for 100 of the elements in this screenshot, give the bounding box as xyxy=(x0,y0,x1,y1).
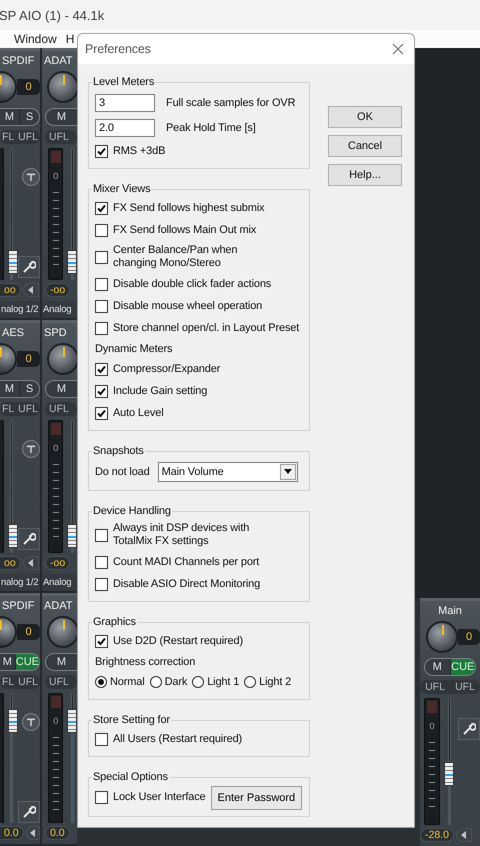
peak-indicator xyxy=(50,151,61,163)
collapse-arrow-icon[interactable] xyxy=(22,556,39,570)
checkbox[interactable] xyxy=(95,732,108,746)
gain-display: 0 xyxy=(17,624,40,640)
checkbox-label: FX Send follows highest submix xyxy=(113,202,264,214)
radio-label: Dark xyxy=(164,676,188,688)
menu-item[interactable]: H xyxy=(66,32,74,46)
overload-label: UFL xyxy=(49,130,69,144)
peak-indicator xyxy=(427,701,437,713)
gain-knob[interactable] xyxy=(47,616,77,648)
gain-knob[interactable] xyxy=(47,342,77,375)
trim-icon[interactable] xyxy=(22,440,40,458)
checkbox[interactable] xyxy=(95,278,108,290)
checkbox[interactable] xyxy=(95,528,108,542)
group-title: Special Options xyxy=(92,771,169,783)
gain-display: 0 xyxy=(458,629,480,645)
wrench-icon[interactable] xyxy=(18,528,40,550)
wrench-icon[interactable] xyxy=(458,718,480,740)
checkbox[interactable] xyxy=(95,362,108,376)
checkbox[interactable] xyxy=(95,578,108,590)
cue-toggle[interactable]: CUE xyxy=(16,654,39,670)
volume-readout: -28.0 xyxy=(420,828,454,842)
dialog-button[interactable]: OK xyxy=(328,106,402,128)
fader-thumb[interactable] xyxy=(8,524,18,548)
trim-icon[interactable] xyxy=(22,713,40,731)
volume-readout: -oo xyxy=(45,556,70,570)
overload-label: UFL xyxy=(455,680,475,694)
checkbox-label: RMS +3dB xyxy=(113,144,166,158)
fader-thumb[interactable] xyxy=(8,250,18,274)
trim-icon[interactable] xyxy=(22,168,40,186)
dialog-button[interactable]: Cancel xyxy=(328,135,402,157)
meter-scale-label: 0 xyxy=(429,721,434,731)
group-title: Device Handling xyxy=(92,505,172,517)
group-title: Snapshots xyxy=(92,445,145,457)
radio-button[interactable] xyxy=(244,676,256,688)
fader-thumb[interactable] xyxy=(67,250,77,274)
volume-readout: 0.0 xyxy=(45,826,70,840)
radio-button[interactable] xyxy=(150,676,162,688)
group-title: Graphics xyxy=(92,616,137,628)
overload-label: UFL xyxy=(18,130,38,144)
channel-name: ADAT xyxy=(43,599,74,613)
collapse-arrow-icon[interactable] xyxy=(22,282,39,297)
peak-indicator xyxy=(50,696,61,708)
cue-toggle[interactable]: CUE xyxy=(450,659,475,675)
checkbox[interactable] xyxy=(95,406,108,420)
fader-thumb[interactable] xyxy=(67,524,77,548)
dialog-button[interactable]: Help... xyxy=(328,164,402,186)
checkbox-label: Store channel open/cl. in Layout Preset xyxy=(113,322,300,334)
group-title: Mixer Views xyxy=(92,183,152,195)
fader-thumb[interactable] xyxy=(8,708,18,733)
checkbox[interactable] xyxy=(95,224,108,236)
collapse-arrow-icon[interactable] xyxy=(456,828,472,842)
checkbox[interactable] xyxy=(95,202,108,214)
channel-name: SPD xyxy=(43,326,68,340)
wrench-icon[interactable] xyxy=(18,801,40,823)
mute-toggle[interactable]: M xyxy=(46,380,77,397)
subheading: Dynamic Meters xyxy=(95,342,172,354)
mute-toggle[interactable]: M xyxy=(46,654,77,670)
menu-item[interactable]: Window xyxy=(14,32,57,46)
radio-button[interactable] xyxy=(192,676,204,688)
dropdown[interactable]: Main Volume xyxy=(158,462,298,482)
channel-name: ADAT xyxy=(43,54,74,68)
checkbox-label: Lock User Interface xyxy=(113,791,206,804)
number-field[interactable]: 2.0 xyxy=(95,118,155,136)
checkbox[interactable] xyxy=(95,634,108,648)
checkbox-label: FX Send follows Main Out mix xyxy=(113,224,256,236)
overload-label: UFL xyxy=(49,675,69,689)
meter-scale-label: 0 xyxy=(53,442,58,453)
checkbox[interactable] xyxy=(95,322,108,334)
subheading: Brightness correction xyxy=(95,656,196,668)
mute-toggle[interactable]: S xyxy=(20,380,39,397)
gain-knob[interactable] xyxy=(0,71,17,103)
checkbox[interactable] xyxy=(95,300,108,312)
checkbox-label: Disable ASIO Direct Monitoring xyxy=(113,578,260,590)
volume-readout: oo xyxy=(0,282,21,297)
close-icon[interactable] xyxy=(392,43,404,55)
fader-thumb[interactable] xyxy=(444,762,454,786)
overload-label: UFL xyxy=(18,402,38,416)
radio-button[interactable] xyxy=(95,676,107,688)
mute-toggle[interactable]: M xyxy=(0,380,20,397)
gain-knob[interactable] xyxy=(0,616,17,648)
overload-label: UFL xyxy=(18,675,38,689)
number-field[interactable]: 3 xyxy=(95,94,155,112)
password-button[interactable]: Enter Password xyxy=(210,786,302,810)
checkbox[interactable] xyxy=(95,791,108,804)
wrench-icon[interactable] xyxy=(18,256,40,278)
gain-knob[interactable] xyxy=(47,71,77,103)
mute-toggle[interactable]: M xyxy=(46,109,77,125)
gain-knob[interactable] xyxy=(0,342,17,375)
checkbox[interactable] xyxy=(95,384,108,398)
checkbox-label: Include Gain setting xyxy=(113,384,208,398)
mute-toggle[interactable]: M xyxy=(0,109,20,125)
mute-toggle[interactable]: S xyxy=(20,109,39,125)
checkbox[interactable] xyxy=(95,144,108,158)
checkbox[interactable] xyxy=(95,556,108,568)
checkbox[interactable] xyxy=(95,250,108,264)
fader-thumb[interactable] xyxy=(67,708,77,733)
dialog-title: Preferences xyxy=(85,42,151,56)
checkbox-label: All Users (Restart required) xyxy=(113,732,242,746)
gain-knob[interactable] xyxy=(426,621,458,653)
